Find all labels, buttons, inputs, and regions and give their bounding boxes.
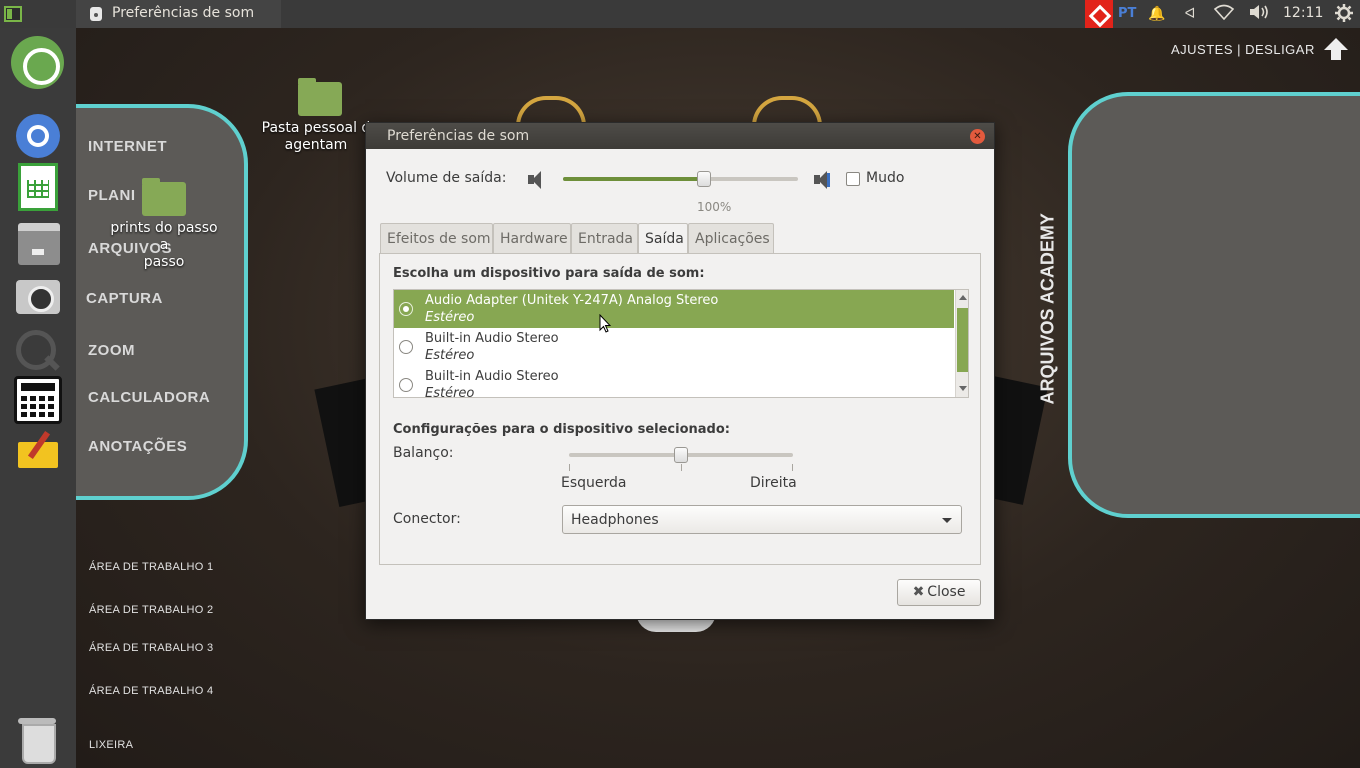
tab-applications[interactable]: Aplicações [688,223,774,253]
menu-calculadora[interactable]: CALCULADORA [88,389,210,406]
tab-hardware[interactable]: Hardware [493,223,571,253]
connector-label: Conector: [393,511,461,527]
output-volume-knob[interactable] [697,171,711,187]
device-name: Built-in Audio Stereo [425,369,559,384]
settings-shutdown-link[interactable]: AJUSTES | DESLIGAR [1171,42,1315,57]
device-profile: Estéreo [425,348,475,363]
dialog-title: Preferências de som [387,128,530,144]
clock[interactable]: 12:11 [1283,5,1323,21]
menu-planilhas[interactable]: PLANI [88,187,136,204]
chrome-icon[interactable] [16,114,60,158]
scrollbar-thumb[interactable] [957,308,968,372]
workspace-switcher-icon[interactable] [4,6,22,22]
close-button[interactable]: ✖ Close [897,579,981,606]
workspace-2[interactable]: ÁREA DE TRABALHO 2 [89,604,213,616]
prints-folder-label[interactable]: prints do passo a passo [104,220,224,271]
volume-icon[interactable] [1248,4,1268,24]
files-icon[interactable] [18,223,60,265]
connector-dropdown[interactable]: Headphones [562,505,962,534]
balance-tick [792,464,793,471]
balance-right-label: Direita [750,475,797,491]
output-volume-fill [563,177,704,181]
bluetooth-icon[interactable]: ᐊ [1180,4,1200,24]
top-panel: Preferências de som PT 🔔 ᐊ 12:11 [0,0,1360,28]
wifi-icon[interactable] [1213,4,1235,24]
keyboard-layout-indicator[interactable]: PT [1118,6,1136,21]
close-icon: ✖ [912,584,925,600]
device-name: Audio Adapter (Unitek Y-247A) Analog Ste… [425,293,719,308]
tab-sound-effects[interactable]: Efeitos de som [380,223,493,253]
output-volume-label: Volume de saída: [386,170,507,186]
workspace-4[interactable]: ÁREA DE TRABALHO 4 [89,685,213,697]
home-folder-icon[interactable] [298,78,342,116]
dialog-titlebar[interactable]: Preferências de som ✕ [366,123,994,149]
active-window-title: Preferências de som [112,5,255,21]
balance-left-label: Esquerda [561,475,627,491]
balance-slider[interactable] [569,447,793,463]
prints-folder-icon[interactable] [142,178,186,216]
balance-knob[interactable] [674,447,688,463]
volume-low-icon [526,170,548,190]
notification-bell-icon[interactable]: 🔔 [1147,4,1167,24]
tab-input[interactable]: Entrada [571,223,638,253]
mute-checkbox[interactable] [846,172,860,186]
device-list-scrollbar[interactable] [955,290,968,397]
calculator-icon[interactable] [14,376,62,424]
scroll-up-icon[interactable] [959,295,967,300]
gear-icon[interactable] [1334,4,1354,24]
launcher [0,28,76,768]
trash-link[interactable]: LIXEIRA [89,739,133,751]
workspace-3[interactable]: ÁREA DE TRABALHO 3 [89,642,213,654]
device-name: Built-in Audio Stereo [425,331,559,346]
settings-heading: Configurações para o dispositivo selecio… [393,422,730,437]
menu-anotacoes[interactable]: ANOTAÇÕES [88,438,187,455]
device-radio[interactable] [399,340,413,354]
right-panel-title: ARQUIVOS ACADEMY [1037,213,1058,405]
device-row[interactable]: Built-in Audio Stereo Estéreo [394,366,954,398]
connector-value: Headphones [571,512,659,528]
close-window-icon[interactable]: ✕ [970,129,985,144]
sound-preferences-dialog: Preferências de som ✕ Volume de saída: 1… [365,122,995,620]
output-tab-panel: Escolha um dispositivo para saída de som… [379,253,981,565]
menu-zoom[interactable]: ZOOM [88,342,135,359]
mute-label[interactable]: Mudo [866,170,904,186]
device-radio[interactable] [399,378,413,392]
home-folder-label[interactable]: Pasta pessoal d agentam [256,120,376,154]
device-profile: Estéreo [425,310,475,325]
output-volume-value: 100% [697,200,732,214]
device-row[interactable]: Built-in Audio Stereo Estéreo [394,328,954,366]
anydesk-icon[interactable] [1085,0,1113,28]
spreadsheet-icon[interactable] [18,163,58,211]
tab-output[interactable]: Saída [638,223,688,255]
right-panel-title-wrap: ARQUIVOS ACADEMY [1028,213,1068,408]
chevron-down-icon [942,518,952,523]
balance-tick [569,464,570,471]
right-panel [1068,92,1360,518]
device-radio[interactable] [399,302,413,316]
workspace-1[interactable]: ÁREA DE TRABALHO 1 [89,561,213,573]
left-menu-panel: INTERNET PLANI ARQUIVOS CAPTURA ZOOM CAL… [76,104,248,500]
device-heading: Escolha um dispositivo para saída de som… [393,266,705,281]
device-profile: Estéreo [425,386,475,398]
notes-icon[interactable] [16,428,60,470]
output-device-list[interactable]: Audio Adapter (Unitek Y-247A) Analog Ste… [393,289,969,398]
balance-tick [681,464,682,471]
scroll-down-icon[interactable] [959,386,967,391]
mouse-cursor-icon [599,313,612,334]
trash-icon[interactable] [18,718,56,764]
volume-high-icon [812,170,834,190]
arrow-up-icon[interactable] [1324,38,1348,60]
ubuntu-dash-icon[interactable] [11,36,64,89]
device-row[interactable]: Audio Adapter (Unitek Y-247A) Analog Ste… [394,290,954,328]
camera-icon[interactable] [16,280,60,314]
output-volume-slider[interactable] [563,171,798,187]
menu-internet[interactable]: INTERNET [88,138,167,155]
zoom-icon[interactable] [14,328,60,374]
menu-captura[interactable]: CAPTURA [86,290,163,307]
speaker-app-icon [90,7,102,21]
balance-label: Balanço: [393,445,454,461]
